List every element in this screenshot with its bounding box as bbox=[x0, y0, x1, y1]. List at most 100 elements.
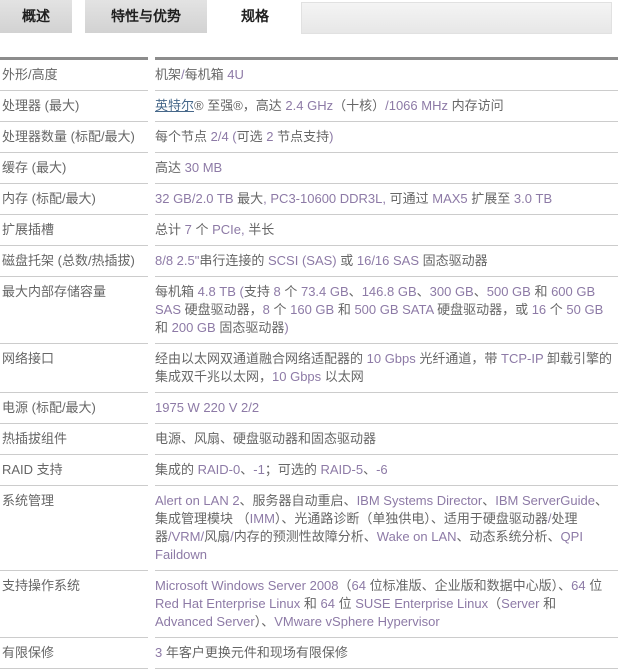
tab-bar: 概述 特性与优势 规格 bbox=[0, 0, 618, 40]
spec-label: 热插拔组件 bbox=[0, 424, 148, 455]
latin-text: 64 bbox=[320, 596, 334, 611]
latin-text: 4.8 TB ( bbox=[198, 284, 244, 299]
latin-text: 16 bbox=[532, 302, 546, 317]
intel-link[interactable]: 英特尔 bbox=[155, 98, 194, 113]
latin-text: 1975 W 220 V 2/2 bbox=[155, 400, 259, 415]
spec-label: 处理器数量 (标配/最大) bbox=[0, 122, 148, 153]
spec-row: 磁盘托架 (总数/热插拔) 8/8 2.5"串行连接的 SCSI (SAS) 或… bbox=[0, 246, 618, 277]
spec-label: 内存 (标配/最大) bbox=[0, 184, 148, 215]
spec-value: 高达 30 MB bbox=[155, 153, 618, 184]
latin-text: / bbox=[230, 529, 234, 544]
spec-label: 电源 (标配/最大) bbox=[0, 393, 148, 424]
spec-row: 网络接口 经由以太网双通道融合网络适配器的 10 Gbps 光纤通道，带 TCP… bbox=[0, 344, 618, 393]
latin-text: / bbox=[181, 67, 185, 82]
spec-value: 经由以太网双通道融合网络适配器的 10 Gbps 光纤通道，带 TCP-IP 卸… bbox=[155, 344, 618, 393]
latin-text: 10 Gbps bbox=[367, 351, 416, 366]
latin-text: Wake on LAN bbox=[377, 529, 457, 544]
latin-text: 8/8 2.5" bbox=[155, 253, 199, 268]
latin-text: 8 bbox=[263, 302, 270, 317]
latin-text: SCSI (SAS) bbox=[268, 253, 337, 268]
latin-text: 50 GB bbox=[566, 302, 603, 317]
latin-text: 8 bbox=[274, 284, 281, 299]
spec-row: 热插拔组件 电源、风扇、硬盘驱动器和固态驱动器 bbox=[0, 424, 618, 455]
latin-text: VMware vSphere Hypervisor bbox=[274, 614, 439, 629]
spec-label: 处理器 (最大) bbox=[0, 91, 148, 122]
latin-text: Red Hat Enterprise Linux bbox=[155, 596, 300, 611]
spec-value: 英特尔® 至强®，高达 2.4 GHz（十核）/1066 MHz 内存访问 bbox=[155, 91, 618, 122]
spec-row: 处理器 (最大) 英特尔® 至强®，高达 2.4 GHz（十核）/1066 MH… bbox=[0, 91, 618, 122]
latin-text: RAID-5 bbox=[320, 462, 363, 477]
spec-row: 有限保修 3 年客户更换元件和现场有限保修 bbox=[0, 638, 618, 669]
latin-text: TCP-IP bbox=[501, 351, 543, 366]
spec-label: 最大内部存储容量 bbox=[0, 277, 148, 344]
latin-text: 300 GB bbox=[430, 284, 474, 299]
spec-value: 集成的 RAID-0、-1；可选的 RAID-5、-6 bbox=[155, 455, 618, 486]
spec-value: 每机箱 4.8 TB (支持 8 个 73.4 GB、146.8 GB、300 … bbox=[155, 277, 618, 344]
latin-text: 7 bbox=[185, 222, 192, 237]
latin-text: 73.4 GB bbox=[301, 284, 349, 299]
latin-text: 500 GB SATA bbox=[354, 302, 433, 317]
latin-text: 2.4 GHz bbox=[285, 98, 333, 113]
spec-value: 8/8 2.5"串行连接的 SCSI (SAS) 或 16/16 SAS 固态驱… bbox=[155, 246, 618, 277]
tab-strip-filler bbox=[301, 2, 612, 34]
spec-value: 每个节点 2/4 (可选 2 节点支持) bbox=[155, 122, 618, 153]
spec-table: 外形/高度 机架/每机箱 4U 处理器 (最大) 英特尔® 至强®，高达 2.4… bbox=[0, 57, 618, 669]
spec-row: 缓存 (最大) 高达 30 MB bbox=[0, 153, 618, 184]
latin-text: IMM bbox=[250, 511, 275, 526]
latin-text: Alert on LAN 2 bbox=[155, 493, 240, 508]
latin-text: /1066 MHz bbox=[385, 98, 448, 113]
latin-text: MAX5 bbox=[432, 191, 467, 206]
spec-row: 扩展插槽 总计 7 个 PCIe, 半长 bbox=[0, 215, 618, 246]
spec-label: 扩展插槽 bbox=[0, 215, 148, 246]
latin-text: 16/16 SAS bbox=[357, 253, 419, 268]
latin-text: ) bbox=[329, 129, 333, 144]
spec-label: 网络接口 bbox=[0, 344, 148, 393]
latin-text: 64 bbox=[571, 578, 585, 593]
latin-text: 30 MB bbox=[185, 160, 223, 175]
spec-label: 外形/高度 bbox=[0, 57, 148, 91]
spec-row: 系统管理 Alert on LAN 2、服务器自动重启、IBM Systems … bbox=[0, 486, 618, 571]
spec-label: 有限保修 bbox=[0, 638, 148, 669]
latin-text: Advanced Server bbox=[155, 614, 255, 629]
tab-overview[interactable]: 概述 bbox=[0, 0, 72, 33]
latin-text: Server bbox=[501, 596, 539, 611]
spec-value: 总计 7 个 PCIe, 半长 bbox=[155, 215, 618, 246]
latin-text: -1 bbox=[253, 462, 265, 477]
latin-text: 3 bbox=[155, 645, 162, 660]
spec-value: 机架/每机箱 4U bbox=[155, 57, 618, 91]
latin-text: 500 GB bbox=[487, 284, 531, 299]
latin-text: ) bbox=[284, 320, 288, 335]
latin-text: Microsoft Windows Server 2008 bbox=[155, 578, 339, 593]
spec-row: 电源 (标配/最大) 1975 W 220 V 2/2 bbox=[0, 393, 618, 424]
latin-text: 32 GB/2.0 TB bbox=[155, 191, 234, 206]
spec-row: 内存 (标配/最大) 32 GB/2.0 TB 最大, PC3-10600 DD… bbox=[0, 184, 618, 215]
latin-text: SUSE Enterprise Linux bbox=[355, 596, 488, 611]
spec-row: 处理器数量 (标配/最大) 每个节点 2/4 (可选 2 节点支持) bbox=[0, 122, 618, 153]
latin-text: 160 GB bbox=[290, 302, 334, 317]
spec-value: 电源、风扇、硬盘驱动器和固态驱动器 bbox=[155, 424, 618, 455]
spec-value: 1975 W 220 V 2/2 bbox=[155, 393, 618, 424]
latin-text: 3.0 TB bbox=[514, 191, 552, 206]
latin-text: 2/4 ( bbox=[211, 129, 237, 144]
spec-label: 磁盘托架 (总数/热插拔) bbox=[0, 246, 148, 277]
spec-row: RAID 支持 集成的 RAID-0、-1；可选的 RAID-5、-6 bbox=[0, 455, 618, 486]
spec-row: 外形/高度 机架/每机箱 4U bbox=[0, 57, 618, 91]
spec-label: 系统管理 bbox=[0, 486, 148, 571]
latin-text: IBM ServerGuide bbox=[495, 493, 595, 508]
latin-text: 4U bbox=[227, 67, 244, 82]
latin-text: IBM Systems Director bbox=[357, 493, 483, 508]
latin-text: , PC3-10600 DDR3L, bbox=[263, 191, 386, 206]
spec-value: 3 年客户更换元件和现场有限保修 bbox=[155, 638, 618, 669]
latin-text: -6 bbox=[376, 462, 388, 477]
latin-text: PCIe, bbox=[212, 222, 245, 237]
tab-specifications[interactable]: 规格 bbox=[213, 0, 297, 40]
latin-text: 146.8 GB bbox=[362, 284, 417, 299]
latin-text: 200 GB bbox=[172, 320, 216, 335]
latin-text: 10 Gbps bbox=[272, 369, 321, 384]
spec-value: Alert on LAN 2、服务器自动重启、IBM Systems Direc… bbox=[155, 486, 618, 571]
tab-features-benefits[interactable]: 特性与优势 bbox=[85, 0, 207, 33]
latin-text: /VRM/ bbox=[168, 529, 204, 544]
latin-text: 2 bbox=[266, 129, 273, 144]
spec-label: RAID 支持 bbox=[0, 455, 148, 486]
latin-text: 64 bbox=[352, 578, 366, 593]
